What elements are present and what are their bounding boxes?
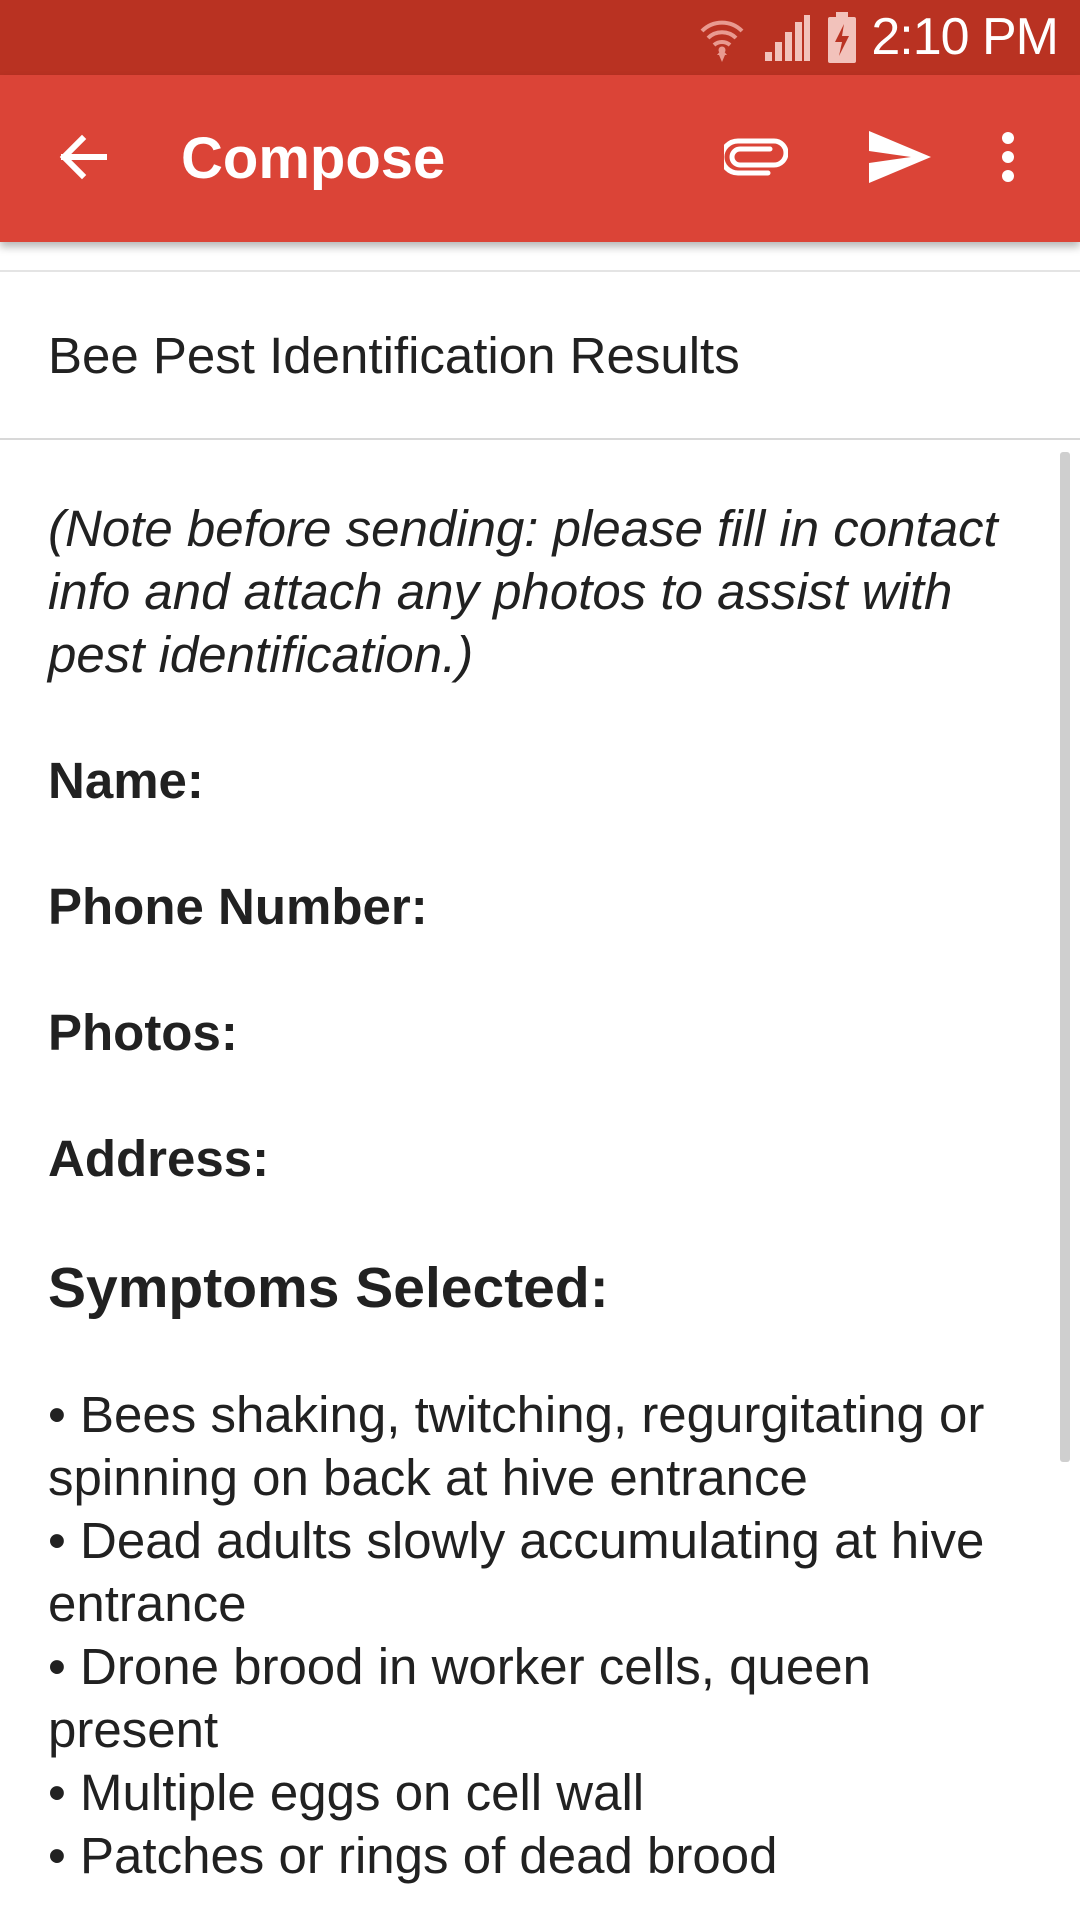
subject-value: Bee Pest Identification Results (48, 327, 740, 384)
scrollbar[interactable] (1060, 452, 1070, 1462)
symptom-list: • Bees shaking, twitching, regurgitating… (48, 1383, 1008, 1887)
signal-icon (763, 14, 811, 62)
symptoms-heading: Symptoms Selected: (48, 1256, 609, 1320)
message-body-field[interactable]: (Note before sending: please fill in con… (0, 442, 1060, 1920)
symptom-item: • Multiple eggs on cell wall (48, 1764, 645, 1821)
symptom-item: • Patches or rings of dead brood (48, 1827, 778, 1884)
more-options-button[interactable] (968, 111, 1048, 207)
symptom-item: • Drone brood in worker cells, queen pre… (48, 1638, 871, 1758)
message-body-content: (Note before sending: please fill in con… (48, 497, 1008, 1887)
address-label: Address: (48, 1130, 270, 1187)
symptom-item: • Bees shaking, twitching, regurgitating… (48, 1386, 985, 1506)
status-bar: 2:10 PM (0, 0, 1080, 75)
send-icon (867, 129, 933, 190)
battery-charging-icon (827, 11, 857, 64)
status-time: 2:10 PM (871, 8, 1059, 66)
page-title: Compose (181, 126, 446, 191)
note-text: (Note before sending: please fill in con… (48, 500, 998, 683)
attach-button[interactable] (708, 111, 804, 207)
subject-field[interactable]: Bee Pest Identification Results (0, 272, 1080, 440)
photos-label: Photos: (48, 1004, 238, 1061)
back-button[interactable] (34, 111, 130, 207)
more-vertical-icon (1000, 131, 1016, 188)
symptom-item: • Dead adults slowly accumulating at hiv… (48, 1512, 985, 1632)
name-label: Name: (48, 752, 204, 809)
paperclip-icon (719, 137, 789, 182)
app-bar: Compose (0, 75, 1080, 242)
send-button[interactable] (852, 111, 948, 207)
status-icons: 2:10 PM (699, 0, 1080, 75)
wifi-icon (699, 13, 745, 63)
back-arrow-icon (56, 131, 108, 188)
phone-number-label: Phone Number: (48, 878, 428, 935)
